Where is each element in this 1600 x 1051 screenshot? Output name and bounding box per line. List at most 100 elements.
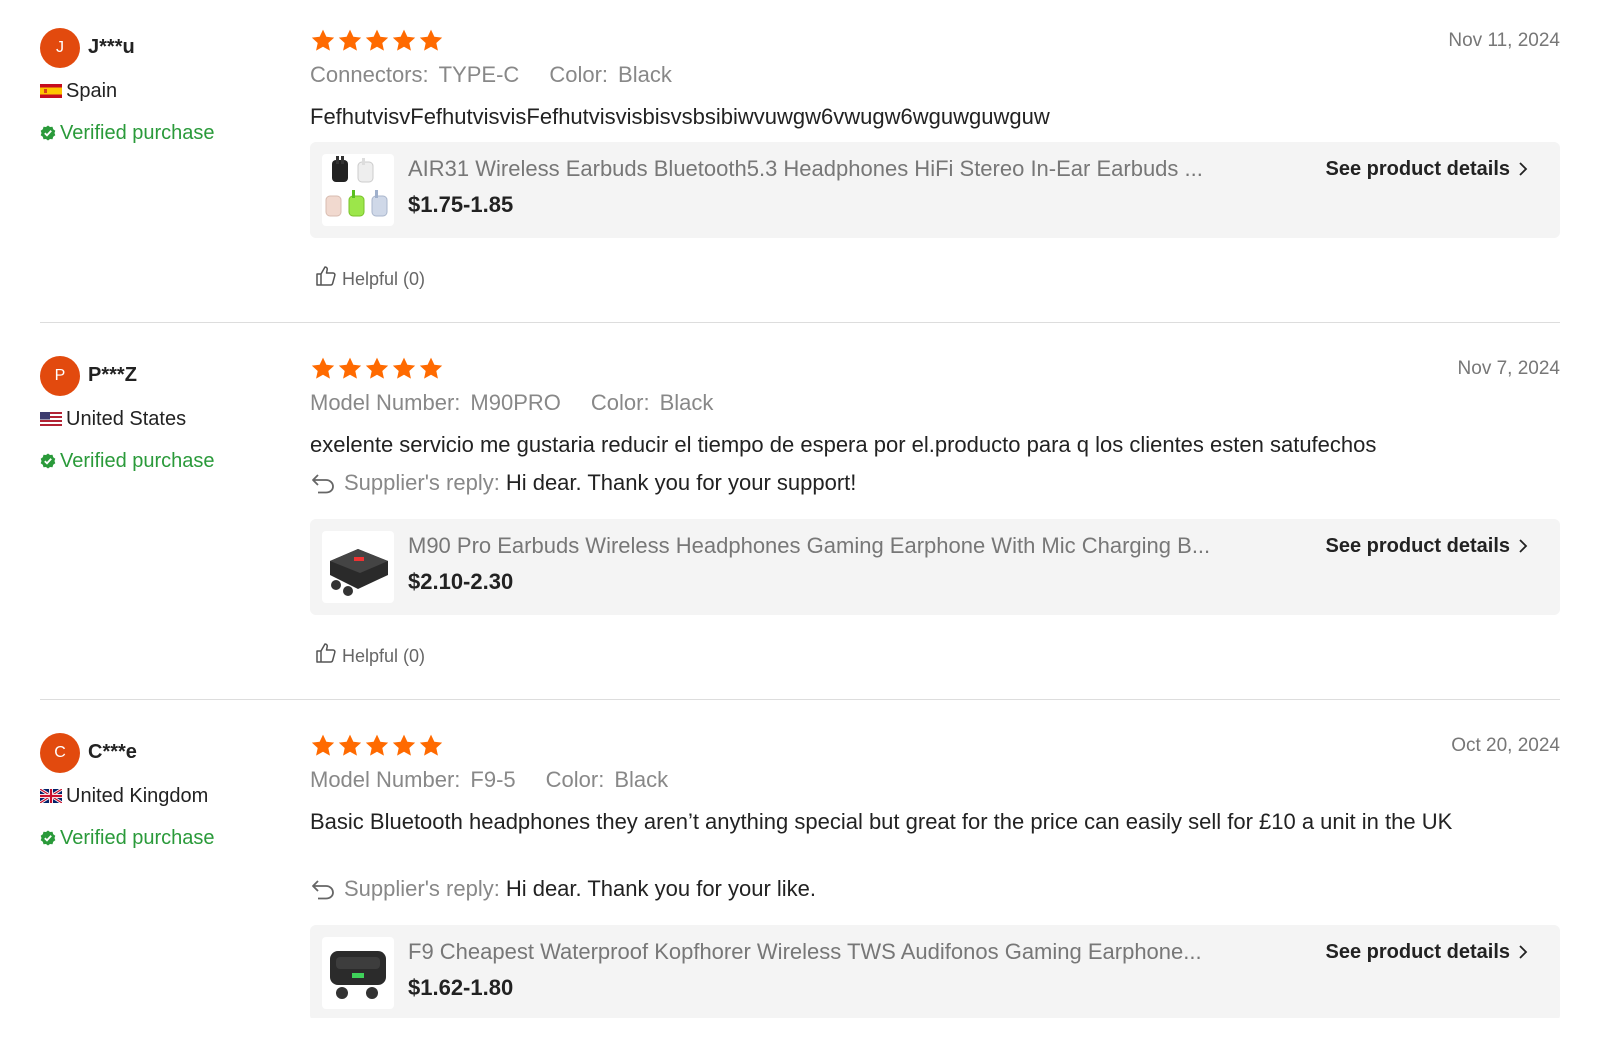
chevron-right-icon	[1519, 162, 1528, 176]
thumbs-up-icon	[316, 643, 336, 663]
verified-purchase: Verified purchase	[40, 122, 215, 145]
avatar: C	[40, 733, 80, 773]
star-icon	[392, 734, 416, 756]
spain-flag-icon	[40, 84, 62, 98]
details-label: See product details	[1325, 535, 1511, 557]
review-date: Oct 20, 2024	[1451, 735, 1560, 756]
chevron-right-icon	[1519, 945, 1528, 959]
helpful-button[interactable]: Helpful (0)	[314, 641, 425, 667]
product-thumbnail[interactable]	[322, 154, 394, 226]
sku-attributes: Model Number: M90PRO Color: Black	[310, 390, 714, 415]
see-product-details-link[interactable]: See product details	[1326, 158, 1529, 181]
star-icon	[311, 29, 335, 51]
review-text: Basic Bluetooth headphones they aren’t a…	[310, 809, 1453, 834]
sku-attributes: Connectors: TYPE-C Color: Black	[310, 62, 672, 87]
star-icon	[365, 29, 389, 51]
see-product-details-link[interactable]: See product details	[1326, 535, 1529, 558]
verified-label: Verified purchase	[60, 827, 215, 849]
see-product-details-link[interactable]: See product details	[1326, 941, 1529, 964]
review-divider	[40, 699, 1560, 700]
product-price: $1.75-1.85	[408, 192, 514, 217]
product-card[interactable]: AIR31 Wireless Earbuds Bluetooth5.3 Head…	[310, 142, 1560, 238]
review-date: Nov 7, 2024	[1457, 358, 1560, 379]
product-price: $1.62-1.80	[408, 975, 514, 1000]
product-thumbnail[interactable]	[322, 531, 394, 603]
attr-key: Color	[545, 767, 599, 792]
earbuds-case-image-icon	[330, 951, 386, 999]
reviews-list: J J***u Spain Verified purchase Nov 11, …	[0, 0, 1600, 1018]
review-item: J J***u Spain Verified purchase Nov 11, …	[40, 28, 1560, 298]
chevron-right-icon	[1519, 539, 1528, 553]
review-item: C C***e United Kingdom Verified purchase…	[40, 733, 1560, 1018]
product-title[interactable]: F9 Cheapest Waterproof Kopfhorer Wireles…	[408, 939, 1278, 965]
star-rating	[310, 733, 444, 759]
star-icon	[365, 734, 389, 756]
verified-badge-icon	[40, 830, 56, 846]
helpful-button[interactable]: Helpful (0)	[314, 264, 425, 290]
attr-value: F9-5	[470, 767, 516, 792]
star-icon	[311, 734, 335, 756]
star-icon	[365, 357, 389, 379]
reviewer-name: C***e	[88, 741, 137, 763]
attr-key: Model Number	[310, 390, 455, 415]
us-flag-icon	[40, 412, 62, 426]
avatar: J	[40, 28, 80, 68]
attr-key: Color	[590, 390, 644, 415]
reply-arrow-icon	[312, 880, 334, 900]
country-label: United States	[66, 408, 187, 430]
product-thumbnail[interactable]	[322, 937, 394, 1009]
attr-key: Model Number	[310, 767, 455, 792]
star-icon	[392, 29, 416, 51]
review-divider	[40, 322, 1560, 323]
verified-label: Verified purchase	[60, 122, 215, 144]
star-icon	[392, 357, 416, 379]
supplier-reply: Supplier's reply: Hi dear. Thank you for …	[310, 470, 856, 496]
helpful-label: Helpful (0)	[342, 646, 426, 666]
verified-purchase: Verified purchase	[40, 827, 215, 850]
star-icon	[419, 357, 443, 379]
attr-key: Color	[549, 62, 602, 87]
verified-badge-icon	[40, 453, 56, 469]
verified-purchase: Verified purchase	[40, 450, 215, 473]
product-price: $2.10-2.30	[408, 569, 514, 594]
reviewer-country: United Kingdom	[40, 785, 208, 808]
reviewer-country: Spain	[40, 80, 117, 103]
star-icon	[338, 734, 362, 756]
star-icon	[311, 357, 335, 379]
attr-key: Connectors	[310, 62, 423, 87]
product-title[interactable]: M90 Pro Earbuds Wireless Headphones Gami…	[408, 533, 1278, 559]
thumbs-up-icon	[316, 266, 336, 286]
review-date: Nov 11, 2024	[1448, 30, 1560, 51]
product-card[interactable]: F9 Cheapest Waterproof Kopfhorer Wireles…	[310, 925, 1560, 1018]
product-title[interactable]: AIR31 Wireless Earbuds Bluetooth5.3 Head…	[408, 156, 1278, 182]
helpful-label: Helpful (0)	[342, 269, 426, 289]
avatar: P	[40, 356, 80, 396]
reply-text: Hi dear. Thank you for your support!	[505, 470, 857, 495]
reviewer-country: United States	[40, 408, 186, 431]
product-card[interactable]: M90 Pro Earbuds Wireless Headphones Gami…	[310, 519, 1560, 615]
review-text: FefhutvisvFefhutvisvisFefhutvisvisbisvsb…	[310, 104, 1050, 129]
reply-label: Supplier's reply:	[344, 876, 500, 901]
reply-arrow-icon	[312, 474, 334, 494]
earbuds-case-image-icon	[330, 549, 388, 596]
attr-value: M90PRO	[470, 390, 561, 415]
earbuds-image-icon	[325, 156, 388, 217]
attr-value: Black	[618, 62, 672, 87]
review-item: P P***Z United States Verified purchase …	[40, 356, 1560, 676]
sku-attributes: Model Number: F9-5 Color: Black	[310, 767, 669, 792]
verified-label: Verified purchase	[60, 450, 215, 472]
reviewer-name: J***u	[88, 36, 135, 58]
uk-flag-icon	[40, 789, 62, 803]
country-label: Spain	[66, 80, 118, 102]
attr-value: TYPE-C	[438, 62, 520, 87]
star-icon	[338, 29, 362, 51]
reviewer-name: P***Z	[88, 364, 137, 386]
star-icon	[419, 29, 443, 51]
supplier-reply: Supplier's reply: Hi dear. Thank you for …	[310, 876, 816, 902]
star-rating	[310, 28, 444, 54]
star-icon	[338, 357, 362, 379]
verified-badge-icon	[40, 125, 56, 141]
details-label: See product details	[1325, 941, 1511, 963]
star-icon	[419, 734, 443, 756]
country-label: United Kingdom	[66, 785, 209, 807]
